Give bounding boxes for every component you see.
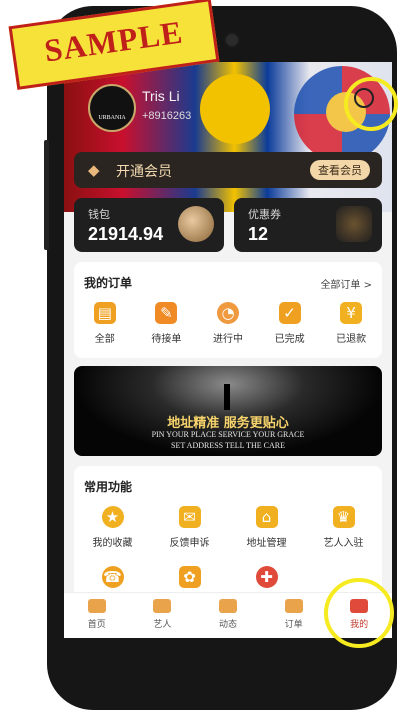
favorites-item[interactable]: ★ 我的收藏	[87, 506, 139, 549]
tab-label: 艺人	[153, 620, 172, 630]
moments-tab-icon	[218, 599, 237, 613]
order-filter-completed[interactable]: ✓ 已完成	[264, 302, 316, 345]
coupon-card[interactable]: 优惠券 12	[234, 198, 382, 252]
user-name: Tris Li	[142, 88, 180, 104]
watermark-text: SAMPLE	[42, 13, 186, 69]
service-icon: ☎	[101, 566, 124, 588]
banner-line2: SET ADDRESS TELL THE CARE	[171, 441, 285, 450]
tab-label: 动态	[218, 620, 237, 630]
tab-artist[interactable]: 艺人	[130, 593, 196, 638]
coupon-count: 12	[248, 224, 269, 244]
feedback-icon: ✉	[178, 506, 201, 528]
home-tab-icon	[87, 599, 106, 613]
address-item[interactable]: ⌂ 地址管理	[241, 506, 293, 549]
profile-header: URBANIA Tris Li +8916263 ◆ 开通会员 查看会员	[64, 62, 392, 212]
shield-icon: ✚	[255, 566, 278, 588]
front-camera	[224, 32, 240, 48]
function-label: 地址管理	[246, 538, 287, 549]
banner-line1: PIN YOUR PLACE SERVICE YOUR GRACE	[151, 430, 305, 439]
order-filter-in-progress[interactable]: ◔ 进行中	[202, 302, 254, 345]
in-progress-icon: ◔	[216, 302, 239, 324]
vip-banner[interactable]: ◆ 开通会员 查看会员	[74, 152, 382, 188]
address-icon: ⌂	[255, 506, 278, 528]
common-title: 常用功能	[84, 480, 133, 494]
side-button	[44, 140, 49, 250]
avatar-text: URBANIA	[98, 115, 126, 121]
order-filter-label: 已退款	[336, 334, 367, 345]
silhouette-figure	[224, 384, 230, 410]
promo-banner[interactable]: 地址精准 服务更贴心 PIN YOUR PLACE SERVICE YOUR G…	[74, 366, 382, 456]
order-filter-label: 待接单	[151, 334, 182, 345]
orders-tab-icon	[284, 599, 303, 613]
vip-label: 开通会员	[116, 164, 172, 180]
order-filter-label: 已完成	[274, 334, 305, 345]
refund-icon: ¥	[340, 302, 363, 324]
tab-home[interactable]: 首页	[64, 593, 130, 638]
view-vip-button[interactable]: 查看会员	[310, 160, 370, 180]
highlight-ring-settings	[344, 77, 398, 131]
diamond-icon: ◆	[88, 161, 100, 179]
artist-tab-icon	[153, 599, 172, 613]
tab-moments[interactable]: 动态	[195, 593, 261, 638]
service-item[interactable]: ☎	[87, 566, 139, 594]
all-orders-link[interactable]: 全部订单 >	[320, 276, 372, 291]
banner-headline: 地址精准 服务更贴心	[167, 416, 289, 431]
orders-title: 我的订单	[84, 276, 133, 290]
tab-orders[interactable]: 订单	[261, 593, 327, 638]
shield-item[interactable]: ✚	[241, 566, 293, 594]
favorites-icon: ★	[101, 506, 124, 528]
user-phone: +8916263	[142, 110, 192, 122]
tab-label: 首页	[87, 620, 106, 630]
coupon-title: 优惠券	[248, 208, 281, 221]
avatar[interactable]: URBANIA	[88, 84, 136, 132]
wallet-balance: 21914.94	[88, 224, 164, 244]
function-label: 艺人入驻	[323, 538, 364, 549]
orders-all-icon: ▤	[93, 302, 116, 324]
pending-icon: ✎	[155, 302, 178, 324]
gift-box-icon	[336, 206, 372, 242]
order-filter-label: 全部	[94, 334, 115, 345]
gift-icon: ✿	[178, 566, 201, 588]
order-filter-pending[interactable]: ✎ 待接单	[140, 302, 192, 345]
completed-icon: ✓	[278, 302, 301, 324]
artist-join-item[interactable]: ♛ 艺人入驻	[318, 506, 370, 549]
function-label: 我的收藏	[92, 538, 133, 549]
order-filter-label: 进行中	[212, 334, 243, 345]
app-screen: URBANIA Tris Li +8916263 ◆ 开通会员 查看会员 钱包 …	[64, 62, 392, 638]
function-label: 反馈申诉	[169, 538, 210, 549]
wallet-card[interactable]: 钱包 21914.94	[74, 198, 224, 252]
order-filter-all[interactable]: ▤ 全部	[79, 302, 131, 345]
coin-icon	[178, 206, 214, 242]
flag-emblem	[200, 74, 270, 144]
tab-label: 订单	[284, 620, 303, 630]
orders-panel: 我的订单 全部订单 > ▤ 全部 ✎ 待接单 ◔ 进行中 ✓ 已完成 ¥ 已退款	[74, 262, 382, 358]
gift-item[interactable]: ✿	[164, 566, 216, 594]
feedback-item[interactable]: ✉ 反馈申诉	[164, 506, 216, 549]
wallet-title: 钱包	[88, 208, 110, 221]
crown-icon: ♛	[332, 506, 355, 528]
highlight-ring-me-tab	[324, 578, 394, 648]
order-filter-refund[interactable]: ¥ 已退款	[325, 302, 377, 345]
